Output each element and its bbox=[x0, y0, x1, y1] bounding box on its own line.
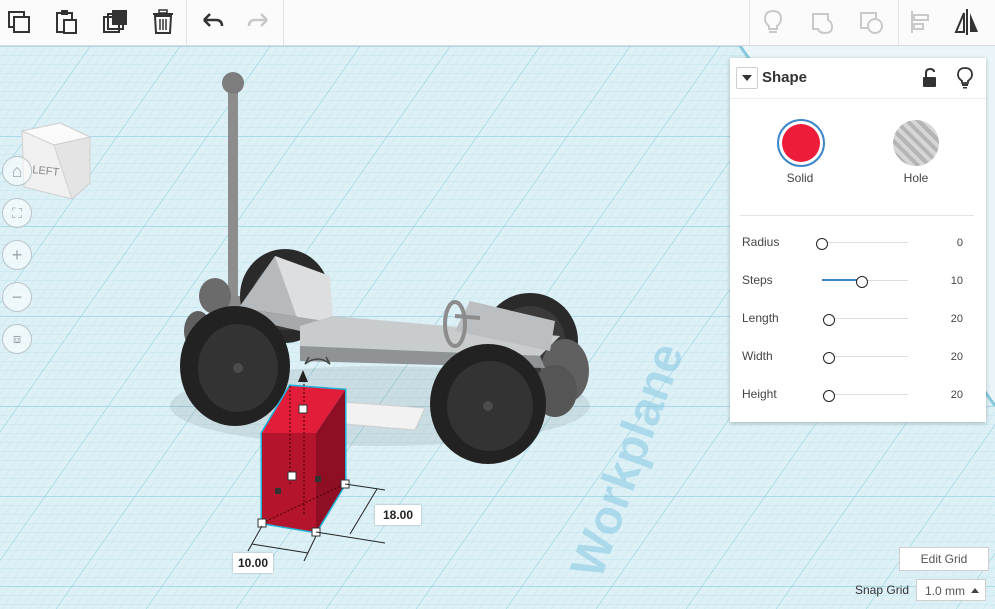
ungroup-icon bbox=[860, 12, 883, 34]
ortho-view-button[interactable]: ⧈ bbox=[2, 324, 32, 354]
solid-label: Solid bbox=[786, 171, 814, 185]
paste-button[interactable] bbox=[50, 6, 82, 38]
trash-icon bbox=[153, 9, 173, 34]
mirror-icon bbox=[954, 9, 978, 35]
zoom-out-icon: − bbox=[11, 286, 23, 307]
height-label: Height bbox=[742, 387, 777, 401]
viewcube[interactable]: LEFT bbox=[20, 121, 92, 199]
duplicate-button[interactable] bbox=[99, 6, 131, 38]
undo-button[interactable] bbox=[196, 6, 228, 38]
length-value[interactable]: 20 bbox=[930, 313, 963, 325]
solid-swatch-ring[interactable] bbox=[777, 119, 825, 167]
height-slider-knob[interactable] bbox=[823, 390, 835, 402]
duplicate-icon bbox=[103, 10, 127, 33]
length-label: Length bbox=[742, 311, 779, 325]
length-slider-knob[interactable] bbox=[823, 314, 835, 326]
width-value[interactable]: 20 bbox=[930, 351, 963, 363]
group-button[interactable] bbox=[806, 6, 838, 38]
align-icon bbox=[911, 11, 929, 33]
align-button[interactable] bbox=[904, 6, 936, 38]
radius-label: Radius bbox=[742, 235, 780, 249]
steps-slider-knob[interactable] bbox=[856, 276, 868, 288]
unlock-icon[interactable] bbox=[921, 68, 939, 88]
hole-label: Hole bbox=[903, 171, 929, 185]
show-hidden-button[interactable] bbox=[757, 6, 789, 38]
steps-label: Steps bbox=[742, 273, 773, 287]
fit-view-icon: ⛶ bbox=[12, 204, 22, 221]
height-value[interactable]: 20 bbox=[930, 389, 963, 401]
delete-button[interactable] bbox=[147, 6, 179, 38]
zoom-in-icon: + bbox=[11, 244, 23, 265]
radius-slider-knob[interactable] bbox=[816, 238, 828, 250]
hole-swatch[interactable] bbox=[893, 120, 939, 166]
toolbar-divider bbox=[186, 0, 187, 45]
toolbar-divider bbox=[898, 0, 899, 45]
redo-icon bbox=[247, 13, 268, 27]
shape-panel-title: Shape bbox=[762, 69, 808, 86]
fit-view-button[interactable]: ⛶ bbox=[2, 198, 32, 228]
home-view-button[interactable]: ⌂ bbox=[2, 156, 32, 186]
shape-panel: Shape Solid Hole Radius 0 Steps 10 Lengt… bbox=[730, 58, 986, 422]
chevron-up-icon bbox=[971, 588, 979, 593]
home-view-icon: ⌂ bbox=[11, 160, 23, 181]
ortho-view-icon: ⧈ bbox=[12, 331, 22, 346]
width-dimension-label[interactable]: 10.00 bbox=[233, 553, 273, 573]
ungroup-button[interactable] bbox=[855, 6, 887, 38]
group-icon bbox=[812, 13, 834, 35]
chevron-down-icon bbox=[742, 75, 752, 81]
paste-icon bbox=[56, 10, 77, 34]
snap-grid-value: 1.0 mm bbox=[925, 584, 966, 598]
steps-value[interactable]: 10 bbox=[930, 275, 963, 287]
zoom-in-button[interactable]: + bbox=[2, 240, 32, 270]
toolbar-divider bbox=[749, 0, 750, 45]
radius-slider-track[interactable] bbox=[822, 242, 908, 243]
shape-panel-header: Shape bbox=[730, 58, 986, 99]
copy-button[interactable] bbox=[3, 6, 35, 38]
snap-grid-select[interactable]: 1.0 mm bbox=[916, 579, 986, 601]
lightbulb-icon bbox=[763, 9, 783, 33]
length-dimension-label[interactable]: 18.00 bbox=[375, 505, 421, 525]
mirror-button[interactable] bbox=[951, 6, 983, 38]
panel-divider bbox=[740, 215, 974, 216]
collapse-button[interactable] bbox=[736, 67, 758, 89]
edit-grid-button[interactable]: Edit Grid bbox=[899, 547, 989, 571]
copy-icon bbox=[8, 11, 30, 33]
toolbar bbox=[0, 0, 995, 46]
zoom-out-button[interactable]: − bbox=[2, 282, 32, 312]
radius-value[interactable]: 0 bbox=[930, 237, 963, 249]
redo-button[interactable] bbox=[243, 6, 275, 38]
width-label: Width bbox=[742, 349, 773, 363]
toolbar-divider bbox=[283, 0, 284, 45]
snap-grid-label: Snap Grid bbox=[855, 583, 910, 597]
lightbulb-icon[interactable] bbox=[956, 67, 974, 89]
solid-color-swatch bbox=[782, 124, 820, 162]
undo-icon bbox=[203, 13, 224, 27]
width-slider-knob[interactable] bbox=[823, 352, 835, 364]
